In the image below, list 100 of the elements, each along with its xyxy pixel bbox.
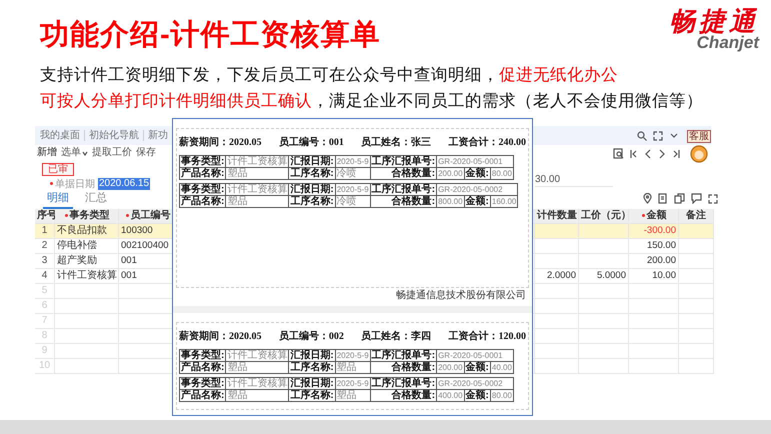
field-value: 冷喷 [335,168,370,180]
table-cell [579,329,629,344]
nav-tab[interactable]: 初始化导航 [89,130,144,141]
field-label: 工序名称: [288,196,336,208]
field-label: 汇报日期: [288,378,336,390]
footer-text: 畅捷通信息技术股份有限公司 [395,290,526,302]
field-label: 产品名称: [180,390,226,402]
table-cell: 200.00 [629,254,679,269]
search-icon[interactable] [637,131,647,141]
field-value: 计件工资核算 [226,184,289,196]
field-value: 160.00 [490,196,518,208]
field-label: 工序名称: [288,362,336,374]
field-label: 工序汇报单号: [370,184,437,196]
field-label: 合格数量: [370,168,437,180]
field-label: 事务类型: [180,350,226,362]
field-value: GR-2020-05-0002 [436,184,518,196]
slip-header-text: 员工姓名：张三 [361,136,432,150]
table-cell: 停电补偿 [55,239,119,254]
field-label: 合格数量: [370,362,437,374]
toolbar-button[interactable]: 提取工价 [90,147,134,159]
slip-header-text: 员工编号：002 [278,330,344,344]
field-value: 塑品 [226,168,289,180]
fullscreen-icon[interactable] [653,131,663,141]
table-cell [679,299,714,314]
field-label: 汇报日期: [288,184,336,196]
table-cell: 150.00 [629,239,679,254]
table-cell [579,284,629,299]
field-value: 2020-5-9 [335,184,370,196]
column-header: 计件数量 [535,209,579,224]
nav-tab[interactable]: 新功 [148,130,172,141]
table-cell [679,269,714,284]
table-cell [535,284,579,299]
nav-tab[interactable]: 我的桌面 [40,130,85,141]
slip-header-text: 工资合计：240.00 [448,136,526,150]
field-value: 2020-5-9 [335,156,370,168]
slip-header-text: 员工编号：001 [278,136,344,150]
field-value: 800.00 [436,196,464,208]
slip-header-text: 工资合计：120.00 [448,330,526,344]
last-page-icon[interactable] [672,148,680,158]
field-value: 冷喷 [335,196,370,208]
table-cell [579,344,629,359]
field-label: 产品名称: [180,168,226,180]
slip-header-text: 薪资期间：2020.05 [179,330,262,344]
field-value: 计件工资核算 [226,350,289,362]
date-field[interactable]: 2020.06.15 [98,178,150,190]
amount-field: 30.00 [535,174,613,187]
field-value: 塑品 [335,390,370,402]
field-value: 200.00 [436,168,464,180]
table-cell [679,344,714,359]
previous-icon[interactable] [644,148,652,158]
field-value: GR-2020-05-0001 [436,156,514,168]
table-cell [679,254,714,269]
field-label: 合格数量: [370,390,437,402]
field-label: 产品名称: [180,362,226,374]
support-badge[interactable]: 客服 [687,130,711,143]
tab[interactable]: 汇总 [81,192,111,209]
table-cell: 3 [35,254,55,269]
field-value: 80.00 [490,390,514,402]
toolbar-button[interactable]: 选单 [59,147,90,159]
document-search-icon[interactable] [613,148,624,159]
copy-icon[interactable] [674,193,685,204]
field-value: 200.00 [436,362,464,374]
table-cell [535,329,579,344]
table-cell [535,254,579,269]
field-label: 工序汇报单号: [370,156,437,168]
logo-text: 畅捷通 [669,8,759,34]
table-cell [679,329,714,344]
table-cell: 2.0000 [535,269,579,284]
field-label: 工序名称: [288,390,336,402]
date-label: 单据日期 [49,176,95,192]
next-icon[interactable] [658,148,666,158]
field-label: 金额: [464,390,490,402]
document-icon[interactable] [658,193,668,204]
field-value: 40.00 [490,362,514,374]
toolbar-button[interactable]: 保存 [134,147,158,159]
table-cell [535,359,579,374]
fullscreen-icon[interactable] [708,194,718,204]
table-cell: 超产奖励 [55,254,119,269]
field-label: 金额: [464,362,490,374]
table-cell: 10.00 [629,269,679,284]
toolbar-button[interactable]: 新增 [35,147,59,159]
field-value: 80.00 [490,168,514,180]
field-value: GR-2020-05-0002 [436,378,514,390]
field-value: 塑品 [335,362,370,374]
location-pin-icon[interactable] [643,193,652,204]
table-cell [679,224,714,239]
table-cell [579,239,629,254]
table-cell: 2 [35,239,55,254]
comment-icon[interactable] [691,193,702,204]
field-value: 2020-5-9 [335,350,370,362]
column-header: 事务类型 [55,209,119,224]
table-cell: 计件工资核算 [55,269,119,284]
field-value: 塑品 [226,390,289,402]
first-page-icon[interactable] [630,148,638,158]
table-cell: 1 [35,224,55,239]
table-cell [535,344,579,359]
field-label: 汇报日期: [288,350,336,362]
field-value: 塑品 [226,362,289,374]
field-label: 工序名称: [288,168,336,180]
support-avatar-icon[interactable] [689,144,709,164]
